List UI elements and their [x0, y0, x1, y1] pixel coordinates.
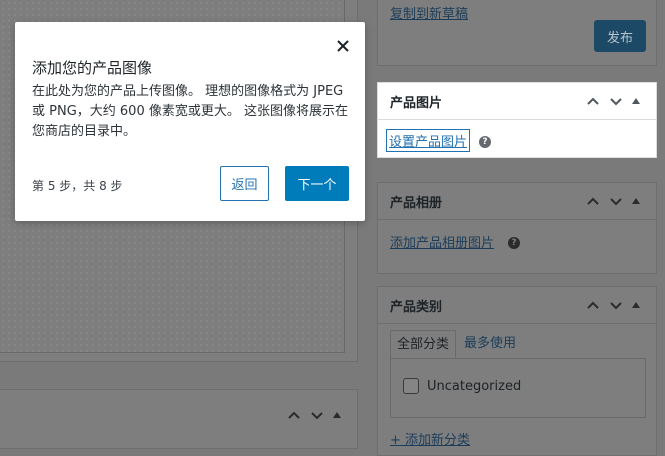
category-tabs: 全部分类 最多使用	[390, 330, 524, 359]
category-list: Uncategorized	[390, 358, 646, 418]
tab-most-used[interactable]: 最多使用	[456, 330, 524, 358]
copy-to-draft-link[interactable]: 复制到新草稿	[390, 3, 468, 22]
help-icon[interactable]: ?	[508, 237, 520, 249]
collapse-triangle-icon[interactable]	[632, 94, 646, 108]
back-button[interactable]: 返回	[220, 166, 269, 201]
collapse-triangle-icon[interactable]	[632, 298, 646, 312]
product-categories-title: 产品类别	[390, 299, 443, 315]
chevron-up-icon[interactable]	[586, 298, 600, 312]
chevron-down-icon[interactable]	[609, 94, 623, 108]
next-button[interactable]: 下一个	[285, 166, 349, 201]
product-image-box: 产品图片 设置产品图片 ?	[377, 82, 657, 158]
chevron-up-icon[interactable]	[287, 408, 301, 422]
product-image-header[interactable]: 产品图片	[378, 83, 656, 120]
add-gallery-images-link[interactable]: 添加产品相册图片	[390, 232, 494, 251]
add-new-category-link[interactable]: + 添加新分类	[390, 429, 470, 448]
product-image-title: 产品图片	[390, 95, 443, 111]
chevron-up-icon[interactable]	[586, 94, 600, 108]
publish-box: 复制到新草稿 发布	[377, 0, 657, 66]
product-categories-box: 产品类别 全部分类 最多使用 Uncategorized + 添加新分类	[377, 286, 657, 456]
chevron-down-icon[interactable]	[310, 408, 324, 422]
popup-title: 添加您的产品图像	[32, 59, 153, 77]
tour-popup: 添加您的产品图像 在此处为您的产品上传图像。 理想的图像格式为 JPEG 或 P…	[15, 22, 365, 221]
list-item[interactable]: Uncategorized	[403, 378, 521, 394]
product-data-panel	[0, 389, 358, 449]
product-gallery-title: 产品相册	[390, 195, 443, 211]
chevron-up-icon[interactable]	[586, 194, 600, 208]
set-product-image-link[interactable]: 设置产品图片	[385, 129, 471, 152]
help-icon[interactable]: ?	[479, 136, 491, 148]
tab-all-categories[interactable]: 全部分类	[390, 330, 457, 359]
product-gallery-header[interactable]: 产品相册	[378, 183, 656, 220]
close-icon[interactable]	[335, 38, 351, 54]
chevron-down-icon[interactable]	[609, 194, 623, 208]
popup-body: 在此处为您的产品上传图像。 理想的图像格式为 JPEG 或 PNG，大约 600…	[32, 84, 348, 139]
chevron-down-icon[interactable]	[609, 298, 623, 312]
publish-button[interactable]: 发布	[594, 20, 646, 52]
category-label: Uncategorized	[427, 378, 522, 394]
collapse-triangle-icon[interactable]	[333, 408, 347, 422]
category-checkbox[interactable]	[403, 378, 419, 394]
step-counter: 第 5 步，共 8 步	[32, 179, 123, 193]
product-gallery-box: 产品相册 添加产品相册图片 ?	[377, 182, 657, 274]
collapse-triangle-icon[interactable]	[632, 194, 646, 208]
product-categories-header[interactable]: 产品类别	[378, 287, 656, 324]
